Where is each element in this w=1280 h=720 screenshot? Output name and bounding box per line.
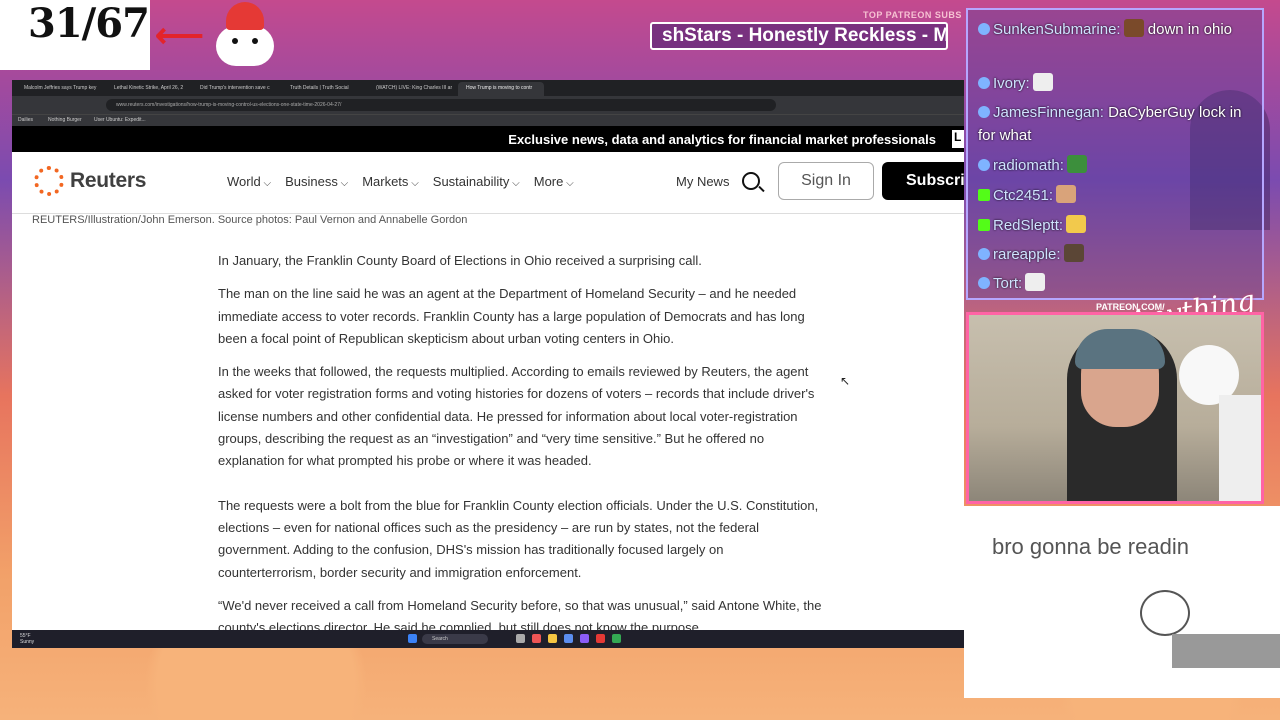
chat-badge-icon xyxy=(978,106,990,118)
skull-emote-icon xyxy=(1025,273,1046,291)
app-icon[interactable] xyxy=(596,634,605,643)
emote-icon xyxy=(1056,185,1077,203)
caption-panel: bro gonna be readin xyxy=(964,506,1280,698)
streamer xyxy=(1067,329,1177,501)
browser-tab[interactable]: Lethal Kinetic Strike, April 26, 2 xyxy=(106,82,190,96)
pepe-emote-icon xyxy=(1066,155,1087,173)
chat-message: RedSleptt: xyxy=(978,214,1087,237)
emote-icon xyxy=(1123,19,1144,37)
sign-in-button[interactable]: Sign In xyxy=(778,162,874,200)
app-icon[interactable] xyxy=(532,634,541,643)
taskview-icon[interactable] xyxy=(516,634,525,643)
start-icon[interactable] xyxy=(408,634,417,643)
caption-text: bro gonna be readin xyxy=(992,534,1189,559)
site-header: Reuters World Business Markets Sustainab… xyxy=(12,152,964,214)
red-arrow-icon: ⟵ xyxy=(155,17,204,55)
weather-widget[interactable]: 55°F Sunny xyxy=(20,633,34,645)
nav-markets[interactable]: Markets xyxy=(362,174,419,189)
url-field[interactable]: www.reuters.com/investigations/how-trump… xyxy=(106,99,776,111)
browser-tab[interactable]: Malcolm Jeffries says Trump key xyxy=(16,82,104,96)
tab-bar: Malcolm Jeffries says Trump key Lethal K… xyxy=(12,80,964,96)
browser-window: Malcolm Jeffries says Trump key Lethal K… xyxy=(12,80,964,648)
doodle-icon xyxy=(1140,590,1190,636)
browser-tab[interactable]: Truth Details | Truth Social xyxy=(282,82,366,96)
emote-icon xyxy=(1066,215,1087,233)
chat-badge-icon xyxy=(978,248,990,260)
taskbar-search[interactable]: Search xyxy=(422,634,488,644)
goal-counter: 31/67 xyxy=(0,0,150,70)
promo-banner[interactable]: Exclusive news, data and analytics for f… xyxy=(12,126,964,152)
browser-tab[interactable]: Did Trump's intervention save c xyxy=(192,82,276,96)
photo-caption: REUTERS/Illustration/John Emerson. Sourc… xyxy=(32,214,468,226)
patreon-subs-label: TOP PATREON SUBS xyxy=(863,10,962,20)
article-paragraph: The man on the line said he was an agent… xyxy=(218,286,805,346)
kick-badge-icon xyxy=(978,189,990,201)
my-news-link[interactable]: My News xyxy=(676,174,729,189)
chrome-icon[interactable] xyxy=(612,634,621,643)
chat-badge-icon xyxy=(978,277,990,289)
search-icon[interactable] xyxy=(742,172,760,190)
chat-badge-icon xyxy=(978,159,990,171)
reuters-dots-icon xyxy=(34,166,64,196)
santa-hat-mascot xyxy=(210,2,280,66)
emote-icon xyxy=(1063,244,1084,262)
bookmark-item[interactable]: Nothing Burger xyxy=(48,117,82,123)
kick-badge-icon xyxy=(978,219,990,231)
windows-taskbar: 55°F Sunny Search xyxy=(12,630,964,648)
chat-message: JamesFinnegan: DaCyberGuy lock in for wh… xyxy=(978,104,1242,144)
subscribe-button[interactable]: Subscrib xyxy=(882,162,964,200)
folder-icon[interactable] xyxy=(548,634,557,643)
nav-business[interactable]: Business xyxy=(285,174,348,189)
shelf xyxy=(1219,395,1261,501)
bookmark-item[interactable]: Dailies xyxy=(18,117,33,123)
main-nav: World Business Markets Sustainability Mo… xyxy=(227,174,588,189)
reuters-logo[interactable]: Reuters xyxy=(34,166,146,196)
chat-message: Tort: xyxy=(978,272,1046,295)
mini-cam xyxy=(1172,634,1280,668)
nav-more[interactable]: More xyxy=(534,174,574,189)
skull-emote-icon xyxy=(1032,73,1053,91)
chat-message: Ivory: xyxy=(978,72,1053,95)
mouse-cursor-icon: ↖ xyxy=(840,374,851,388)
article-paragraph: The requests were a bolt from the blue f… xyxy=(218,497,819,580)
chat-message: SunkenSubmarine: down in ohio xyxy=(978,18,1258,41)
browser-tab[interactable]: (WATCH) LIVE: King Charles III arr xyxy=(368,82,452,96)
chat-overlay: SunkenSubmarine: down in ohio Ivory: Jam… xyxy=(966,8,1264,300)
chat-badge-icon xyxy=(978,77,990,89)
nav-sustainability[interactable]: Sustainability xyxy=(433,174,520,189)
bookmarks-bar: Dailies Nothing Burger User Ubuntu: Expe… xyxy=(12,114,964,126)
bookmark-item[interactable]: User Ubuntu: Expedit... xyxy=(94,117,146,123)
chat-message: Ctc2451: xyxy=(978,184,1077,207)
browser-tab-active[interactable]: How Trump is moving to contr xyxy=(458,82,544,96)
app-icon[interactable] xyxy=(564,634,573,643)
webcam-feed xyxy=(966,312,1264,504)
chat-message: rareapple: xyxy=(978,243,1084,266)
article-paragraph: In the weeks that followed, the requests… xyxy=(218,364,815,469)
article-paragraph: In January, the Franklin County Board of… xyxy=(218,253,702,268)
article-body: In January, the Franklin County Board of… xyxy=(218,250,822,648)
nav-world[interactable]: World xyxy=(227,174,271,189)
app-icon[interactable] xyxy=(580,634,589,643)
patreon-ticker: shStars - Honestly Reckless - Mo xyxy=(650,22,948,50)
chat-badge-icon xyxy=(978,23,990,35)
chat-message: radiomath: xyxy=(978,154,1087,177)
address-bar-row: www.reuters.com/investigations/how-trump… xyxy=(12,96,964,114)
